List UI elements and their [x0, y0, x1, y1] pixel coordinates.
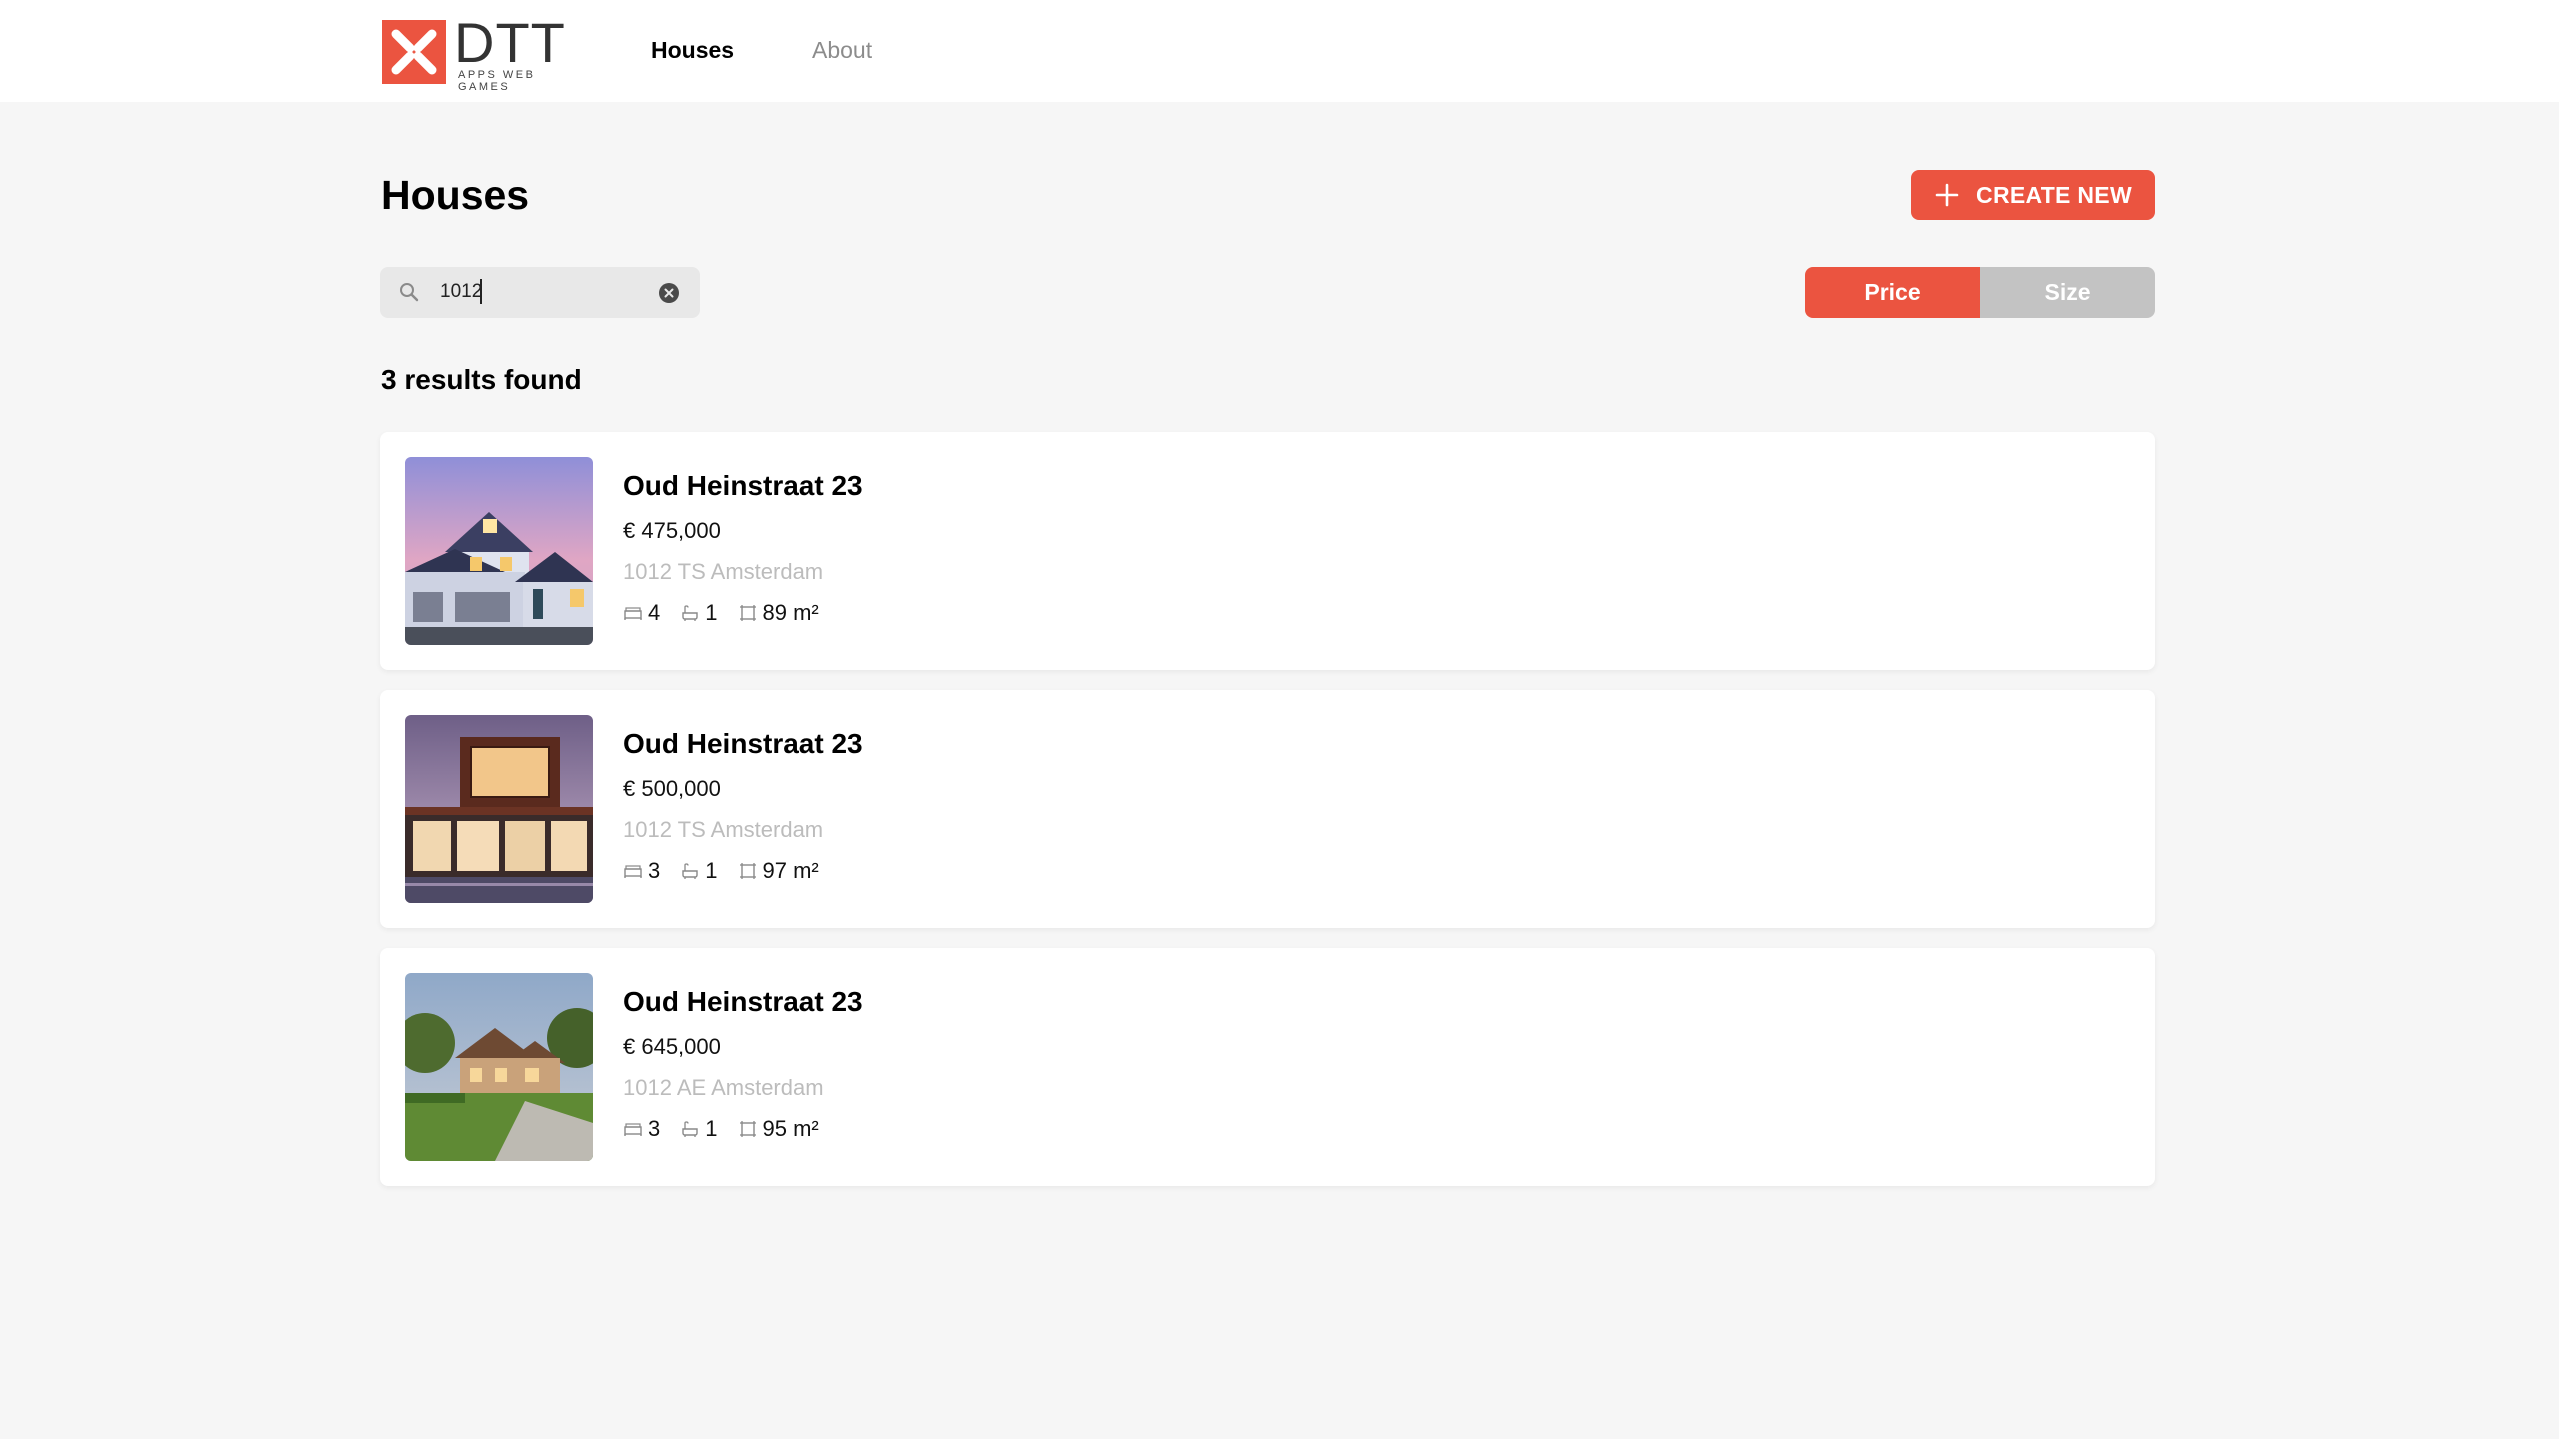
bed-icon	[624, 607, 642, 620]
listing-postal: 1012 TS Amsterdam	[623, 817, 824, 842]
search-value: 1012	[440, 281, 483, 302]
logo-tagline: APPS WEB GAMES	[458, 69, 536, 93]
bath-icon	[682, 1121, 698, 1137]
create-new-button[interactable]: CREATE NEW	[1911, 170, 2155, 220]
search-input[interactable]: 1012	[380, 267, 700, 318]
listing-street: Oud Heinstraat 23	[623, 470, 863, 501]
nav-houses[interactable]: Houses	[651, 37, 734, 63]
house-photo	[405, 457, 593, 645]
size-value: 97 m²	[762, 858, 819, 883]
bedrooms-count: 3	[648, 858, 661, 883]
area-icon	[739, 1121, 756, 1137]
sort-toggle: Price Size	[1805, 267, 2155, 318]
bath-icon	[682, 605, 698, 621]
bathrooms-spec: 1	[680, 600, 718, 626]
bathrooms-count: 1	[705, 1116, 718, 1141]
listing-price: € 500,000	[623, 776, 721, 801]
bed-icon	[624, 865, 642, 878]
logo-mark	[382, 20, 446, 84]
size-value: 95 m²	[762, 1116, 819, 1141]
bedrooms-spec: 3	[623, 1116, 660, 1142]
create-new-label: CREATE NEW	[1976, 181, 2132, 208]
sort-size-button[interactable]: Size	[1980, 267, 2155, 318]
listing-card[interactable]: Oud Heinstraat 23 € 475,000 1012 TS Amst…	[380, 432, 2155, 670]
bedrooms-count: 4	[648, 600, 661, 625]
listing-street: Oud Heinstraat 23	[623, 986, 863, 1017]
plus-icon	[1935, 183, 1959, 207]
top-nav-bar: DTT APPS WEB GAMES Houses About	[0, 0, 2559, 102]
size-spec: 89 m²	[738, 600, 819, 626]
listing-postal: 1012 AE Amsterdam	[623, 1075, 824, 1100]
bedrooms-spec: 4	[623, 600, 660, 626]
listing-street: Oud Heinstraat 23	[623, 728, 863, 759]
page-title: Houses	[381, 172, 530, 218]
bedrooms-spec: 3	[623, 858, 660, 884]
size-spec: 95 m²	[738, 1116, 819, 1142]
size-spec: 97 m²	[738, 858, 819, 884]
bathrooms-count: 1	[705, 600, 718, 625]
listing-price: € 475,000	[623, 518, 721, 543]
size-value: 89 m²	[762, 600, 819, 625]
listing-price: € 645,000	[623, 1034, 721, 1059]
listing-specs: 3 1 95 m²	[623, 1116, 839, 1142]
house-photo	[405, 715, 593, 903]
listing-postal: 1012 TS Amsterdam	[623, 559, 824, 584]
search-icon	[400, 283, 419, 302]
clear-circle-icon[interactable]	[658, 282, 680, 304]
logo-wordmark: DTT	[454, 11, 566, 74]
listing-card[interactable]: Oud Heinstraat 23 € 645,000 1012 AE Amst…	[380, 948, 2155, 1186]
bed-icon	[624, 1123, 642, 1136]
bathrooms-spec: 1	[680, 1116, 718, 1142]
listing-specs: 4 1 89 m²	[623, 600, 839, 626]
text-caret	[480, 279, 482, 304]
sort-price-button[interactable]: Price	[1805, 267, 1980, 318]
bedrooms-count: 3	[648, 1116, 661, 1141]
area-icon	[739, 605, 756, 621]
nav-about[interactable]: About	[812, 37, 872, 63]
listing-specs: 3 1 97 m²	[623, 858, 839, 884]
bath-icon	[682, 863, 698, 879]
dtt-logo[interactable]: DTT APPS WEB GAMES	[382, 15, 577, 93]
area-icon	[739, 863, 756, 879]
house-photo	[405, 973, 593, 1161]
listing-card[interactable]: Oud Heinstraat 23 € 500,000 1012 TS Amst…	[380, 690, 2155, 928]
bathrooms-count: 1	[705, 858, 718, 883]
results-count: 3 results found	[381, 364, 582, 395]
bathrooms-spec: 1	[680, 858, 718, 884]
